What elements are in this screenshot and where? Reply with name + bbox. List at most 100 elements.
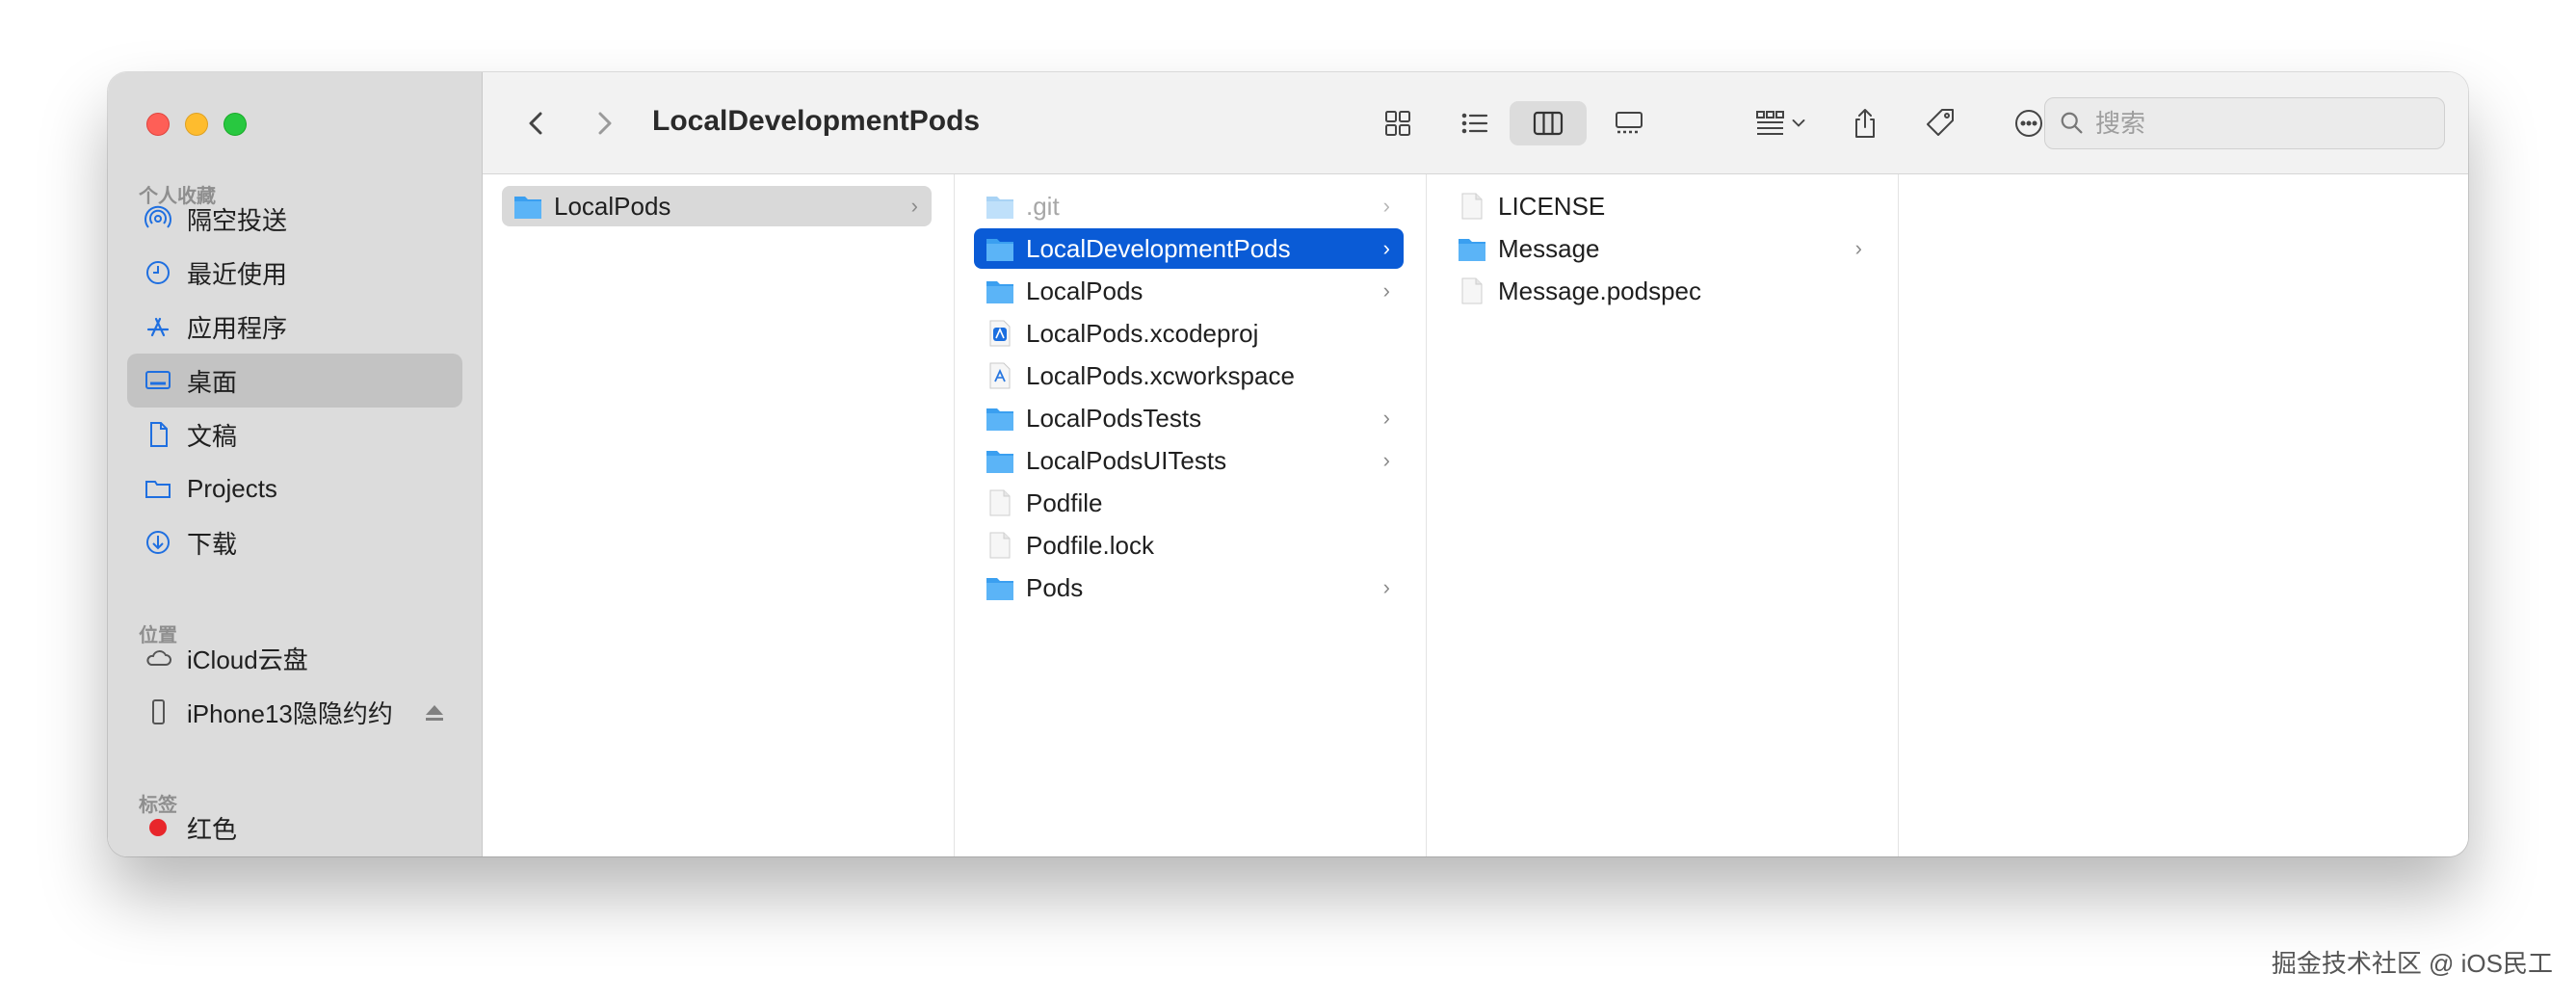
sidebar-item-label: 应用程序 <box>187 313 288 343</box>
folder-icon <box>986 408 1013 431</box>
list-item[interactable]: LocalPodsUITests › <box>974 440 1404 481</box>
group-icon <box>1756 111 1784 135</box>
list-item[interactable]: LocalPods.xcodeproj <box>974 313 1404 354</box>
chevron-right-icon: › <box>1382 278 1390 303</box>
xcodeproj-icon <box>989 320 1011 347</box>
file-name: LocalPodsTests <box>1026 403 1202 433</box>
sidebar-item-desktop[interactable]: 桌面 <box>127 354 462 408</box>
toolbar: LocalDevelopmentPods <box>483 72 2468 174</box>
column-4 <box>1899 174 2468 856</box>
list-view-button[interactable] <box>1446 101 1504 145</box>
chevron-down-icon <box>1792 119 1805 127</box>
column-1: LocalPods › <box>483 174 955 856</box>
icon-view-button[interactable] <box>1369 101 1427 145</box>
sidebar-item-label: iPhone13隐隐约约 <box>187 698 393 728</box>
download-icon <box>143 527 173 558</box>
share-icon <box>1855 109 1875 138</box>
file-name: LocalPods.xcworkspace <box>1026 360 1295 390</box>
group-button[interactable] <box>1743 101 1820 145</box>
list-item[interactable]: LocalDevelopmentPods › <box>974 228 1404 269</box>
columns-icon <box>1533 111 1564 136</box>
gallery-view-button[interactable] <box>1600 101 1658 145</box>
sidebar-item-airdrop[interactable]: 隔空投送 <box>127 192 462 246</box>
file-name: Message.podspec <box>1498 276 1702 305</box>
chevron-right-icon <box>598 112 612 135</box>
folder-icon <box>986 239 1013 261</box>
file-icon <box>1461 193 1483 220</box>
sidebar-item-label: 下载 <box>187 529 238 559</box>
list-item[interactable]: Podfile.lock <box>974 525 1404 566</box>
iphone-icon <box>143 697 173 727</box>
list-item[interactable]: Pods › <box>974 567 1404 608</box>
column-3: LICENSE Message › Message.podspec <box>1427 174 1899 856</box>
sidebar-item-label: 隔空投送 <box>187 205 288 235</box>
folder-icon <box>514 197 541 219</box>
sidebar-item-applications[interactable]: 应用程序 <box>127 300 462 354</box>
sidebar-item-label: 文稿 <box>187 421 238 451</box>
list-item[interactable]: .git › <box>974 186 1404 226</box>
file-name: LocalPods <box>554 191 671 221</box>
chevron-right-icon: › <box>1854 236 1862 260</box>
chevron-right-icon: › <box>910 194 918 218</box>
sidebar-item-iphone[interactable]: iPhone13隐隐约约 <box>127 685 462 739</box>
cloud-icon <box>143 643 173 673</box>
window-controls <box>146 113 247 136</box>
window-title: LocalDevelopmentPods <box>652 105 981 137</box>
tag-button[interactable] <box>1916 101 1964 145</box>
list-item[interactable]: LocalPods › <box>974 271 1404 311</box>
chevron-right-icon: › <box>1382 448 1390 472</box>
file-name: .git <box>1026 191 1060 221</box>
finder-window: 个人收藏 隔空投送 最近使用 应用程序 桌面 文稿 Projects 下载 位置… <box>108 72 2468 856</box>
search-field[interactable] <box>2044 97 2445 149</box>
document-icon <box>143 419 173 450</box>
list-item[interactable]: LocalPods.xcworkspace <box>974 355 1404 396</box>
sidebar: 个人收藏 隔空投送 最近使用 应用程序 桌面 文稿 Projects 下载 位置… <box>108 72 483 856</box>
file-name: Message <box>1498 233 1600 263</box>
sidebar-item-documents[interactable]: 文稿 <box>127 408 462 461</box>
file-name: LICENSE <box>1498 191 1606 221</box>
airdrop-icon <box>143 203 173 234</box>
file-name: LocalPodsUITests <box>1026 445 1227 475</box>
back-button[interactable] <box>517 101 556 145</box>
sidebar-item-downloads[interactable]: 下载 <box>127 515 462 569</box>
folder-icon <box>986 451 1013 473</box>
folder-icon <box>986 281 1013 303</box>
share-button[interactable] <box>1841 101 1889 145</box>
sidebar-item-label: 最近使用 <box>187 259 288 289</box>
list-item[interactable]: Message.podspec <box>1446 271 1876 311</box>
forward-button[interactable] <box>585 101 623 145</box>
zoom-button[interactable] <box>223 113 247 136</box>
list-item[interactable]: LocalPodsTests › <box>974 398 1404 438</box>
chevron-left-icon <box>529 112 542 135</box>
sidebar-item-tag-red[interactable]: 红色 <box>127 801 462 855</box>
chevron-right-icon: › <box>1382 194 1390 218</box>
sidebar-item-icloud[interactable]: iCloud云盘 <box>127 631 462 685</box>
chevron-right-icon: › <box>1382 406 1390 430</box>
sidebar-item-label: 桌面 <box>187 367 238 397</box>
folder-icon <box>143 473 173 504</box>
folder-icon <box>986 578 1013 600</box>
xcworkspace-icon <box>989 362 1011 389</box>
file-icon <box>1461 277 1483 304</box>
eject-icon[interactable] <box>420 698 449 734</box>
file-name: Podfile <box>1026 487 1103 517</box>
applications-icon <box>143 311 173 342</box>
file-name: Podfile.lock <box>1026 530 1154 560</box>
sidebar-item-recents[interactable]: 最近使用 <box>127 246 462 300</box>
gallery-icon <box>1616 112 1643 134</box>
sidebar-item-projects[interactable]: Projects <box>127 461 462 515</box>
chevron-right-icon: › <box>1382 575 1390 599</box>
minimize-button[interactable] <box>185 113 208 136</box>
list-item[interactable]: LICENSE <box>1446 186 1876 226</box>
search-input[interactable] <box>2095 108 2404 139</box>
list-item[interactable]: Podfile <box>974 483 1404 523</box>
list-item[interactable]: LocalPods › <box>502 186 932 226</box>
sidebar-item-label: Projects <box>187 473 277 503</box>
list-item[interactable]: Message › <box>1446 228 1876 269</box>
file-name: Pods <box>1026 572 1084 602</box>
column-view-button[interactable] <box>1510 101 1587 145</box>
file-name: LocalPods.xcodeproj <box>1026 318 1259 348</box>
chevron-right-icon: › <box>1382 236 1390 260</box>
close-button[interactable] <box>146 113 170 136</box>
grid-icon <box>1385 111 1410 136</box>
